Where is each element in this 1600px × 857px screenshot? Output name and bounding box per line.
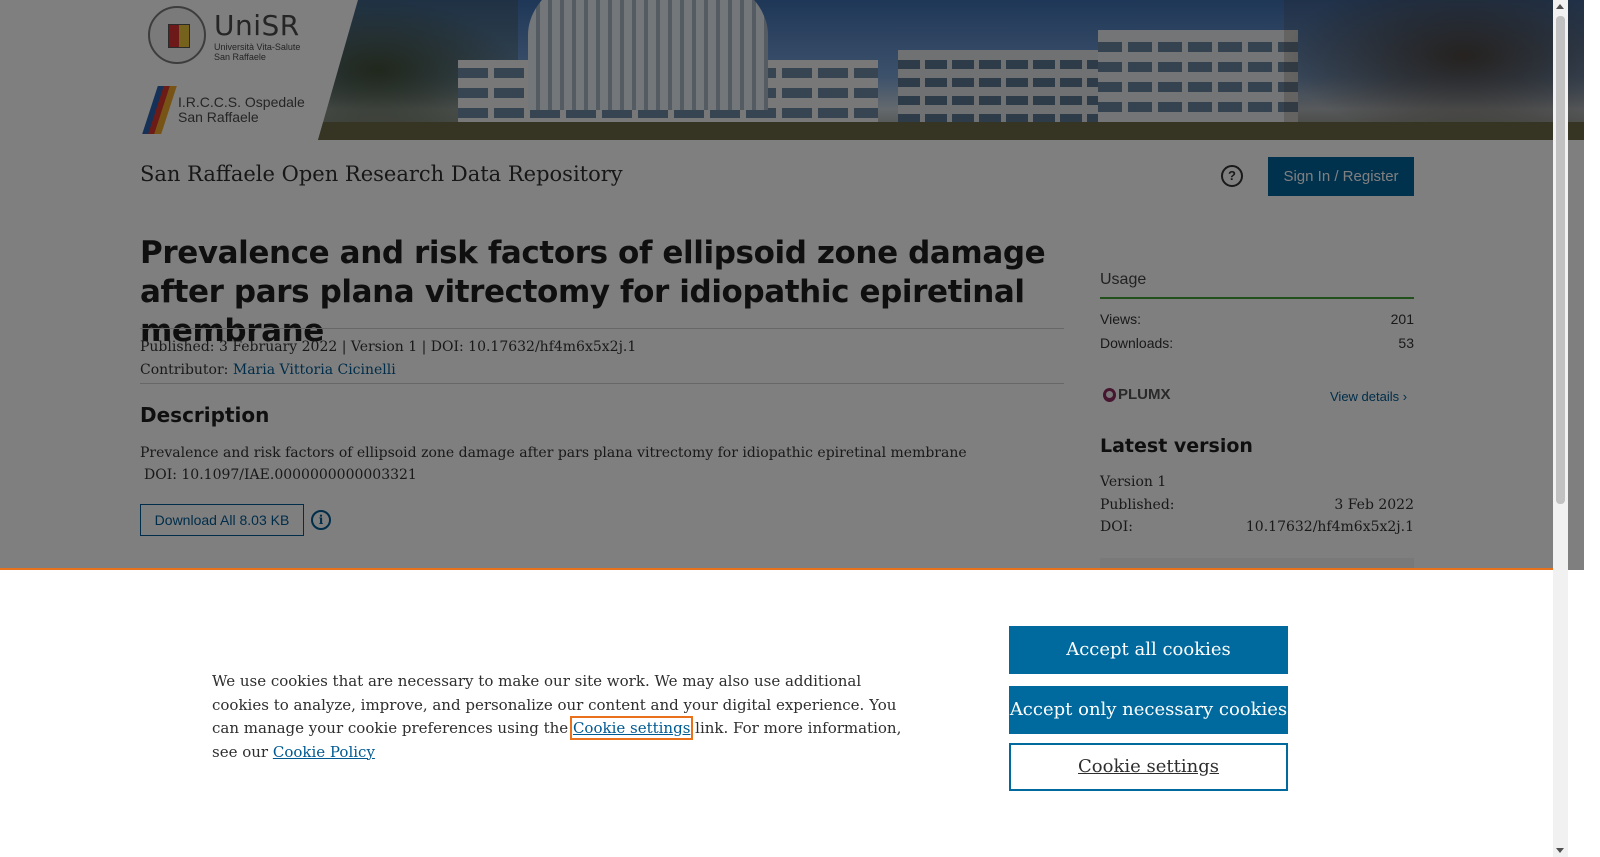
- cookie-settings-link[interactable]: Cookie settings: [569, 716, 694, 740]
- accept-all-cookies-button[interactable]: Accept all cookies: [1009, 626, 1288, 674]
- cookie-message: We use cookies that are necessary to mak…: [212, 672, 902, 761]
- cookie-policy-link[interactable]: Cookie Policy: [273, 743, 375, 761]
- accept-necessary-cookies-button[interactable]: Accept only necessary cookies: [1009, 686, 1288, 734]
- vertical-scrollbar[interactable]: [1553, 0, 1568, 857]
- cookie-banner: We use cookies that are necessary to mak…: [0, 568, 1553, 857]
- cookie-settings-button[interactable]: Cookie settings: [1009, 743, 1288, 791]
- scroll-down-icon[interactable]: [1556, 848, 1564, 853]
- scroll-thumb[interactable]: [1556, 16, 1565, 504]
- modal-backdrop[interactable]: [0, 0, 1584, 570]
- scroll-up-icon[interactable]: [1556, 4, 1564, 9]
